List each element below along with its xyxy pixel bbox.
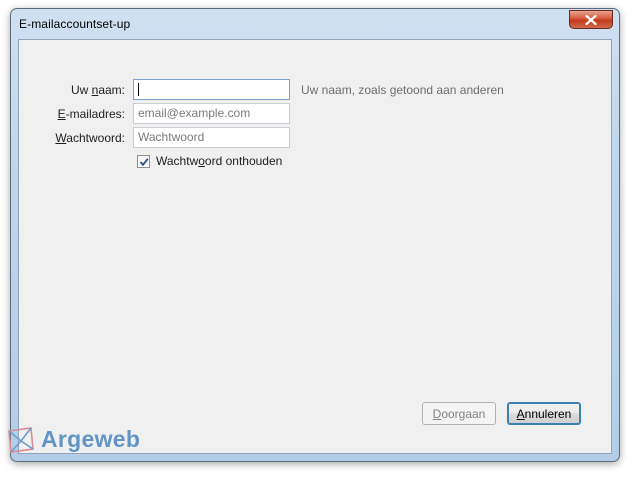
- email-label: E-mailadres:: [57, 107, 125, 121]
- continue-button[interactable]: Doorgaan: [422, 402, 496, 425]
- close-icon: [585, 14, 597, 25]
- email-input[interactable]: email@example.com: [133, 103, 290, 124]
- watermark-text: Argeweb: [41, 426, 141, 452]
- name-input[interactable]: [133, 79, 290, 100]
- email-placeholder: email@example.com: [138, 106, 251, 120]
- window-title: E-mailaccountset-up: [19, 17, 131, 31]
- close-button[interactable]: [569, 10, 613, 29]
- checkmark-icon: [139, 157, 149, 166]
- remember-password-label: Wachtwoord onthouden: [156, 154, 283, 168]
- remember-password-checkbox[interactable]: [137, 154, 150, 168]
- dialog-window: E-mailaccountset-up Uw naam: Uw naam, zo…: [10, 8, 620, 462]
- password-label: Wachtwoord:: [55, 131, 125, 145]
- remember-password-row[interactable]: Wachtwoord onthouden: [137, 154, 282, 168]
- password-input[interactable]: Wachtwoord: [133, 127, 290, 148]
- password-placeholder: Wachtwoord: [138, 130, 205, 144]
- title-bar[interactable]: E-mailaccountset-up: [11, 9, 619, 39]
- name-label: Uw naam:: [70, 83, 125, 97]
- dialog-content: Uw naam: Uw naam, zoals getoond aan ande…: [18, 39, 612, 454]
- argeweb-logo-icon: [8, 426, 34, 453]
- cancel-button[interactable]: Annuleren: [507, 402, 581, 425]
- argeweb-watermark: Argeweb: [7, 426, 140, 453]
- name-hint: Uw naam, zoals getoond aan anderen: [301, 83, 504, 97]
